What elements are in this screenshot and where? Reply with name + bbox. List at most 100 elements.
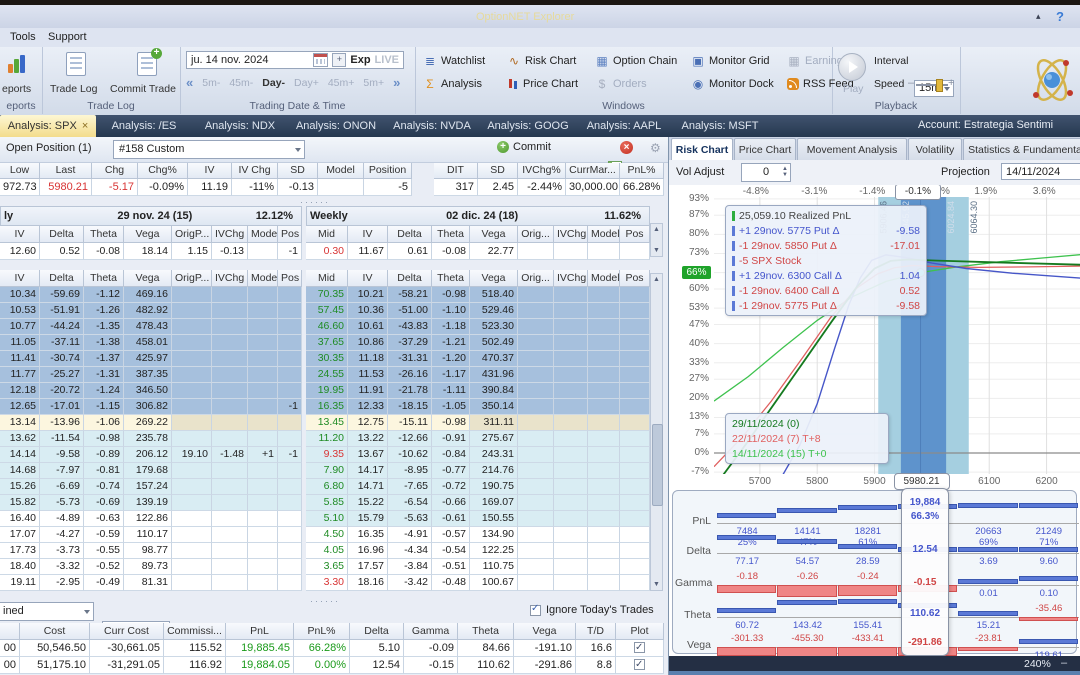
reports-icon[interactable] bbox=[8, 53, 28, 78]
chain-row[interactable]: 14.68-7.97-0.81179.68 bbox=[0, 463, 302, 479]
speed-plus-icon[interactable]: + bbox=[948, 77, 954, 89]
chain-row[interactable]: 19.9511.91-21.78-1.11390.84 bbox=[306, 383, 650, 399]
tab-analysis-spx[interactable]: Analysis: SPX × bbox=[0, 115, 96, 137]
chain-row[interactable]: 4.0516.96-4.34-0.54122.25 bbox=[306, 543, 650, 559]
reports-button-label[interactable]: eports bbox=[2, 83, 31, 95]
rp-tab-movement-analysis[interactable]: Movement Analysis bbox=[797, 138, 907, 160]
speed-slider-thumb[interactable] bbox=[936, 79, 943, 92]
menu-support[interactable]: Support bbox=[48, 31, 87, 43]
chain-row[interactable]: 12.18-20.72-1.24346.50 bbox=[0, 383, 302, 399]
scroll-down-icon[interactable]: ▼ bbox=[651, 579, 662, 590]
tab-analysis-nvda[interactable]: Analysis: NVDA bbox=[384, 115, 480, 137]
chain-row[interactable]: 13.62-11.54-0.98235.78 bbox=[0, 431, 302, 447]
trading-date-field[interactable]: ju. 14 nov. 2024 + Exp LIVE bbox=[186, 51, 404, 69]
chain-row[interactable]: 70.3510.21-58.21-0.98518.40 bbox=[306, 287, 650, 303]
chain-row[interactable]: 7.9014.17-8.95-0.77214.76 bbox=[306, 463, 650, 479]
tab-close-icon[interactable]: × bbox=[82, 120, 88, 132]
chain-row[interactable]: 17.07-4.27-0.59110.17 bbox=[0, 527, 302, 543]
ignore-trades-checkbox[interactable] bbox=[530, 605, 541, 616]
chain-row[interactable]: 19.11-2.95-0.4981.31 bbox=[0, 575, 302, 591]
ignore-trades-option[interactable]: Ignore Today's Trades bbox=[530, 604, 654, 616]
play-button[interactable] bbox=[838, 53, 866, 81]
option-chain-button[interactable]: ▦Option Chain bbox=[595, 53, 691, 69]
speed-slider-track[interactable] bbox=[916, 84, 948, 86]
chain-row[interactable]: 46.6010.61-43.83-1.18523.30 bbox=[306, 319, 650, 335]
commit-button[interactable]: + Commit bbox=[497, 141, 551, 153]
speed-minus-icon[interactable]: – bbox=[908, 77, 914, 89]
chain-row[interactable]: 6.8014.71-7.65-0.72190.75 bbox=[306, 479, 650, 495]
chain-row[interactable]: 10.34-59.69-1.12469.16 bbox=[0, 287, 302, 303]
nav-back-icon[interactable]: « bbox=[186, 75, 193, 90]
commit-trade-button[interactable]: Commit Trade bbox=[110, 83, 176, 95]
chain-row[interactable]: 11.2013.22-12.66-0.91275.67 bbox=[306, 431, 650, 447]
monitor-grid-button[interactable]: ▣Monitor Grid bbox=[691, 53, 787, 69]
chain-row[interactable]: 11.77-25.27-1.31387.35 bbox=[0, 367, 302, 383]
chain-row[interactable]: 37.6510.86-37.29-1.21502.49 bbox=[306, 335, 650, 351]
tab-analysis-onon[interactable]: Analysis: ONON bbox=[288, 115, 384, 137]
zoom-out-icon[interactable]: – bbox=[1061, 657, 1067, 669]
chain-row[interactable]: 15.82-5.73-0.69139.19 bbox=[0, 495, 302, 511]
time-step-5m[interactable]: 5m+ bbox=[363, 77, 384, 89]
scroll-up-icon[interactable]: ▲ bbox=[651, 224, 662, 235]
live-label[interactable]: LIVE bbox=[375, 54, 399, 66]
trading-date-value[interactable]: ju. 14 nov. 2024 bbox=[191, 54, 309, 66]
watchlist-button[interactable]: ≣Watchlist bbox=[423, 53, 507, 69]
chain-row[interactable]: 12.65-17.01-1.15306.82-1 bbox=[0, 399, 302, 415]
position-select[interactable]: #158 Custom bbox=[113, 140, 305, 159]
view-mode-select[interactable]: ined bbox=[0, 602, 94, 621]
summary-row[interactable]: 0051,175.10-31,291.05116.9219,884.050.00… bbox=[0, 657, 664, 674]
chain-row[interactable]: 13.4512.75-15.11-0.98311.11 bbox=[306, 415, 650, 431]
mini-scrollbar[interactable]: ▲▼ bbox=[650, 223, 663, 257]
settings-gear-icon[interactable]: ⚙ bbox=[650, 141, 661, 155]
chain-row[interactable]: 5.8515.22-6.54-0.66169.07 bbox=[306, 495, 650, 511]
chain-row[interactable]: 30.3511.18-31.31-1.20470.37 bbox=[306, 351, 650, 367]
chain-row[interactable]: 9.3513.67-10.62-0.84243.31 bbox=[306, 447, 650, 463]
commit-trade-icon[interactable]: + bbox=[137, 52, 157, 79]
chain-row[interactable]: 14.14-9.58-0.89206.1219.10-1.48+1-1 bbox=[0, 447, 302, 463]
chain-row[interactable]: 4.5016.35-4.91-0.57134.90 bbox=[306, 527, 650, 543]
analysis-button[interactable]: ΣAnalysis bbox=[423, 76, 507, 92]
trade-log-icon[interactable] bbox=[66, 52, 86, 79]
chain-scrollbar[interactable]: ▲▼ bbox=[650, 273, 663, 591]
scroll-down-icon[interactable]: ▼ bbox=[651, 245, 662, 256]
rp-tab-statistics-fundamenta[interactable]: Statistics & Fundamenta bbox=[963, 138, 1080, 160]
chain-row[interactable]: 3.3018.16-3.42-0.48100.67 bbox=[306, 575, 650, 591]
tab-analysis-es[interactable]: Analysis: /ES bbox=[96, 115, 192, 137]
time-step-45m[interactable]: 45m- bbox=[229, 77, 253, 89]
summary-row[interactable]: 0050,546.50-30,661.05115.5219,885.4566.2… bbox=[0, 640, 664, 657]
chain-row[interactable]: 10.77-44.24-1.35478.43 bbox=[0, 319, 302, 335]
rp-tab-volatility[interactable]: Volatility bbox=[908, 138, 962, 160]
chain-row[interactable]: 13.14-13.96-1.06269.22 bbox=[0, 415, 302, 431]
rp-tab-risk-chart[interactable]: Risk Chart bbox=[671, 138, 733, 160]
trade-log-button[interactable]: Trade Log bbox=[50, 83, 97, 95]
chain-row[interactable]: 5.1015.79-5.63-0.61150.55 bbox=[306, 511, 650, 527]
spinner-arrows-icon[interactable]: ▲▼ bbox=[782, 166, 788, 178]
tab-analysis-ndx[interactable]: Analysis: NDX bbox=[192, 115, 288, 137]
time-step-Day[interactable]: Day+ bbox=[294, 77, 319, 89]
position-strike-row[interactable]: 12.600.52-0.0818.141.15-0.13-1 bbox=[0, 243, 302, 260]
chain-row[interactable]: 11.41-30.74-1.37425.97 bbox=[0, 351, 302, 367]
chain-row[interactable]: 57.4510.36-51.00-1.10529.46 bbox=[306, 303, 650, 319]
vol-adjust-spinner[interactable]: 0 ▲▼ bbox=[741, 163, 791, 182]
delete-icon[interactable]: × bbox=[620, 141, 633, 154]
time-step-5m[interactable]: 5m- bbox=[202, 77, 220, 89]
time-step-Day[interactable]: Day- bbox=[262, 77, 285, 89]
price-chart-button[interactable]: Price Chart bbox=[507, 76, 595, 92]
chain-row[interactable]: 11.05-37.11-1.38458.01 bbox=[0, 335, 302, 351]
scroll-thumb[interactable] bbox=[652, 424, 663, 506]
menu-tools[interactable]: Tools bbox=[10, 31, 36, 43]
nav-forward-icon[interactable]: » bbox=[393, 75, 400, 90]
chain-row[interactable]: 10.53-51.91-1.26482.92 bbox=[0, 303, 302, 319]
scroll-up-icon[interactable]: ▲ bbox=[651, 274, 662, 285]
position-strike-row[interactable]: 0.3011.670.61-0.0822.77 bbox=[306, 243, 650, 260]
exp-label[interactable]: Exp bbox=[350, 54, 370, 66]
risk-chart-button[interactable]: ∿Risk Chart bbox=[507, 53, 595, 69]
calendar-icon[interactable] bbox=[313, 53, 328, 67]
chain-row[interactable]: 24.5511.53-26.16-1.17431.96 bbox=[306, 367, 650, 383]
ribbon-collapse-icon[interactable]: ▴ bbox=[1036, 11, 1041, 22]
chain-row[interactable]: 18.40-3.32-0.5289.73 bbox=[0, 559, 302, 575]
monitor-dock-button[interactable]: ◉Monitor Dock bbox=[691, 76, 787, 92]
help-icon[interactable]: ? bbox=[1056, 9, 1064, 24]
plot-checkbox[interactable] bbox=[634, 642, 645, 653]
chain-row[interactable]: 15.26-6.69-0.74157.24 bbox=[0, 479, 302, 495]
